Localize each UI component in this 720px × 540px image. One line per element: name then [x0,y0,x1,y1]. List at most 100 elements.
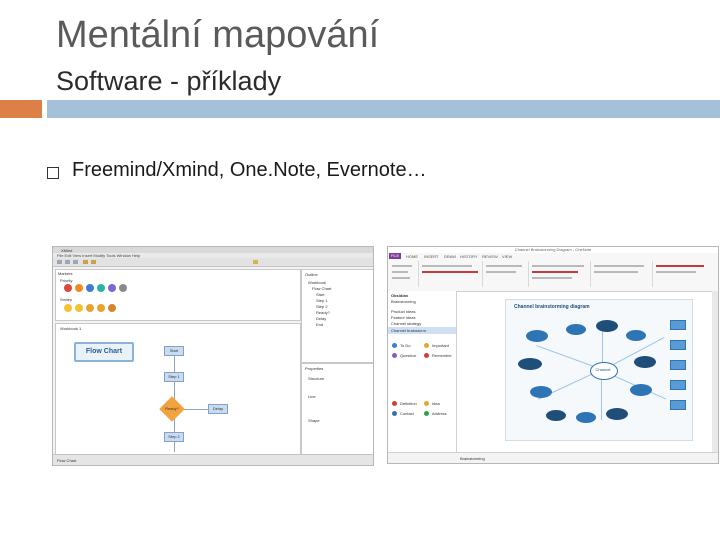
tag-item[interactable]: To Do [400,343,410,348]
contact-icon [392,411,397,416]
tag-item[interactable]: Question [400,353,416,358]
channel-diagram: Channel brainstorming diagram Channel [505,299,693,441]
smiley-4-icon [97,304,105,312]
outline-item[interactable]: Flow Chart [312,286,331,291]
outline-tab[interactable]: Outline [305,272,318,277]
smiley-1-icon [64,304,72,312]
ribbon-control [422,265,472,267]
accent-bar-orange [0,100,42,118]
diagram-topic [530,386,552,398]
priority-1-icon [64,284,72,292]
share-icon [253,260,258,264]
smiley-3-icon [86,304,94,312]
priority-icon-row [64,284,127,292]
diagram-topic [596,320,618,332]
bullet-square-icon [47,167,59,179]
status-text: Brainstorming [460,456,485,461]
ribbon-control [656,265,704,267]
property-item[interactable]: Line [308,394,316,399]
nav-item[interactable]: Feature ideas [391,315,415,320]
smiley-5-icon [108,304,116,312]
undo-icon [83,260,88,264]
outline-item[interactable]: Delay [316,316,326,321]
onenote-ribbon [388,259,718,292]
delay-node[interactable]: Delay [208,404,228,414]
tags-group [530,261,591,287]
step1-node[interactable]: Step 1 [164,372,184,382]
root-topic[interactable]: Flow Chart [74,342,134,362]
ribbon-control [594,271,638,273]
property-item[interactable]: Shape [308,418,320,423]
question-icon [392,353,397,358]
xmind-properties-panel: Properties Structure Line Shape [301,363,373,455]
ribbon-control [594,265,644,267]
connector-line [182,409,208,410]
outline-item[interactable]: Step 2 [316,304,328,309]
smiley-icon-row [64,304,116,312]
priority-4-icon [97,284,105,292]
diagram-box [670,340,686,350]
page-tabs-sidebar [712,291,718,453]
styles-group [484,261,529,287]
slide-subtitle: Software - příklady [56,66,282,96]
ribbon-control [392,271,408,273]
diagram-box [670,360,686,370]
diagram-topic [518,358,542,370]
nav-item[interactable]: Product ideas [391,309,415,314]
meetings-group [654,261,712,287]
start-node[interactable]: Start [164,346,184,356]
properties-tab[interactable]: Properties [305,366,323,371]
tag-item[interactable]: Address [432,411,447,416]
status-text: Flow Chart [57,458,77,463]
tag-item[interactable]: Contact [400,411,414,416]
ribbon-control [392,265,412,267]
outline-item[interactable]: Workbook [308,280,326,285]
nav-item-selected[interactable]: Channel brainstorm [391,328,426,333]
diagram-topic [626,330,646,341]
clipboard-group [390,261,419,287]
definition-icon [392,401,397,406]
outline-item[interactable]: Start [316,292,324,297]
nav-item[interactable]: Obsidian [391,293,408,298]
tag-item[interactable]: Definition [400,401,417,406]
email-group [592,261,653,287]
address-icon [424,411,429,416]
tag-item[interactable]: Important [432,343,449,348]
step2-node[interactable]: Step 2 [164,432,184,442]
tag-item[interactable]: Remember [432,353,452,358]
outline-item[interactable]: Ready? [316,310,330,315]
idea-icon [424,401,429,406]
workbook-tab[interactable]: Workbook 1 [60,326,81,331]
nav-item[interactable]: Channel strategy [391,321,421,326]
onenote-screenshot: Channel Brainstorming Diagram - OneNote … [387,246,719,464]
nav-item[interactable]: Brainstorming [391,299,416,304]
smiley-section: Smiley [60,297,73,302]
bullet-text: Freemind/Xmind, One.Note, Evernote… [72,159,427,181]
outline-item[interactable]: Step 1 [316,298,328,303]
diagram-topic [546,410,566,421]
priority-6-icon [119,284,127,292]
ribbon-control [486,265,522,267]
priority-3-icon [86,284,94,292]
property-item[interactable]: Structure [308,376,324,381]
font-group [420,261,483,287]
accent-bar-blue [47,100,720,118]
diagram-topic [576,412,596,423]
open-icon [65,260,70,264]
outline-item[interactable]: End [316,322,323,327]
ribbon-control [532,271,578,273]
diagram-topic [566,324,586,335]
tag-item[interactable]: Idea [432,401,440,406]
xmind-markers-panel: Markers Priority Smiley [55,269,301,321]
ribbon-control [532,265,584,267]
ribbon-control [422,271,478,273]
xmind-canvas[interactable]: Workbook 1 Flow Chart Start Step 1 Ready… [55,323,301,455]
priority-section: Priority [60,278,73,283]
diagram-box [670,380,686,390]
xmind-outline-panel: Outline Workbook Flow Chart Start Step 1… [301,269,373,363]
onenote-page[interactable]: Channel brainstorming diagram Channel [459,293,717,441]
diagram-topic [526,330,548,342]
new-icon [57,260,62,264]
save-icon [73,260,78,264]
ribbon-control [532,277,572,279]
